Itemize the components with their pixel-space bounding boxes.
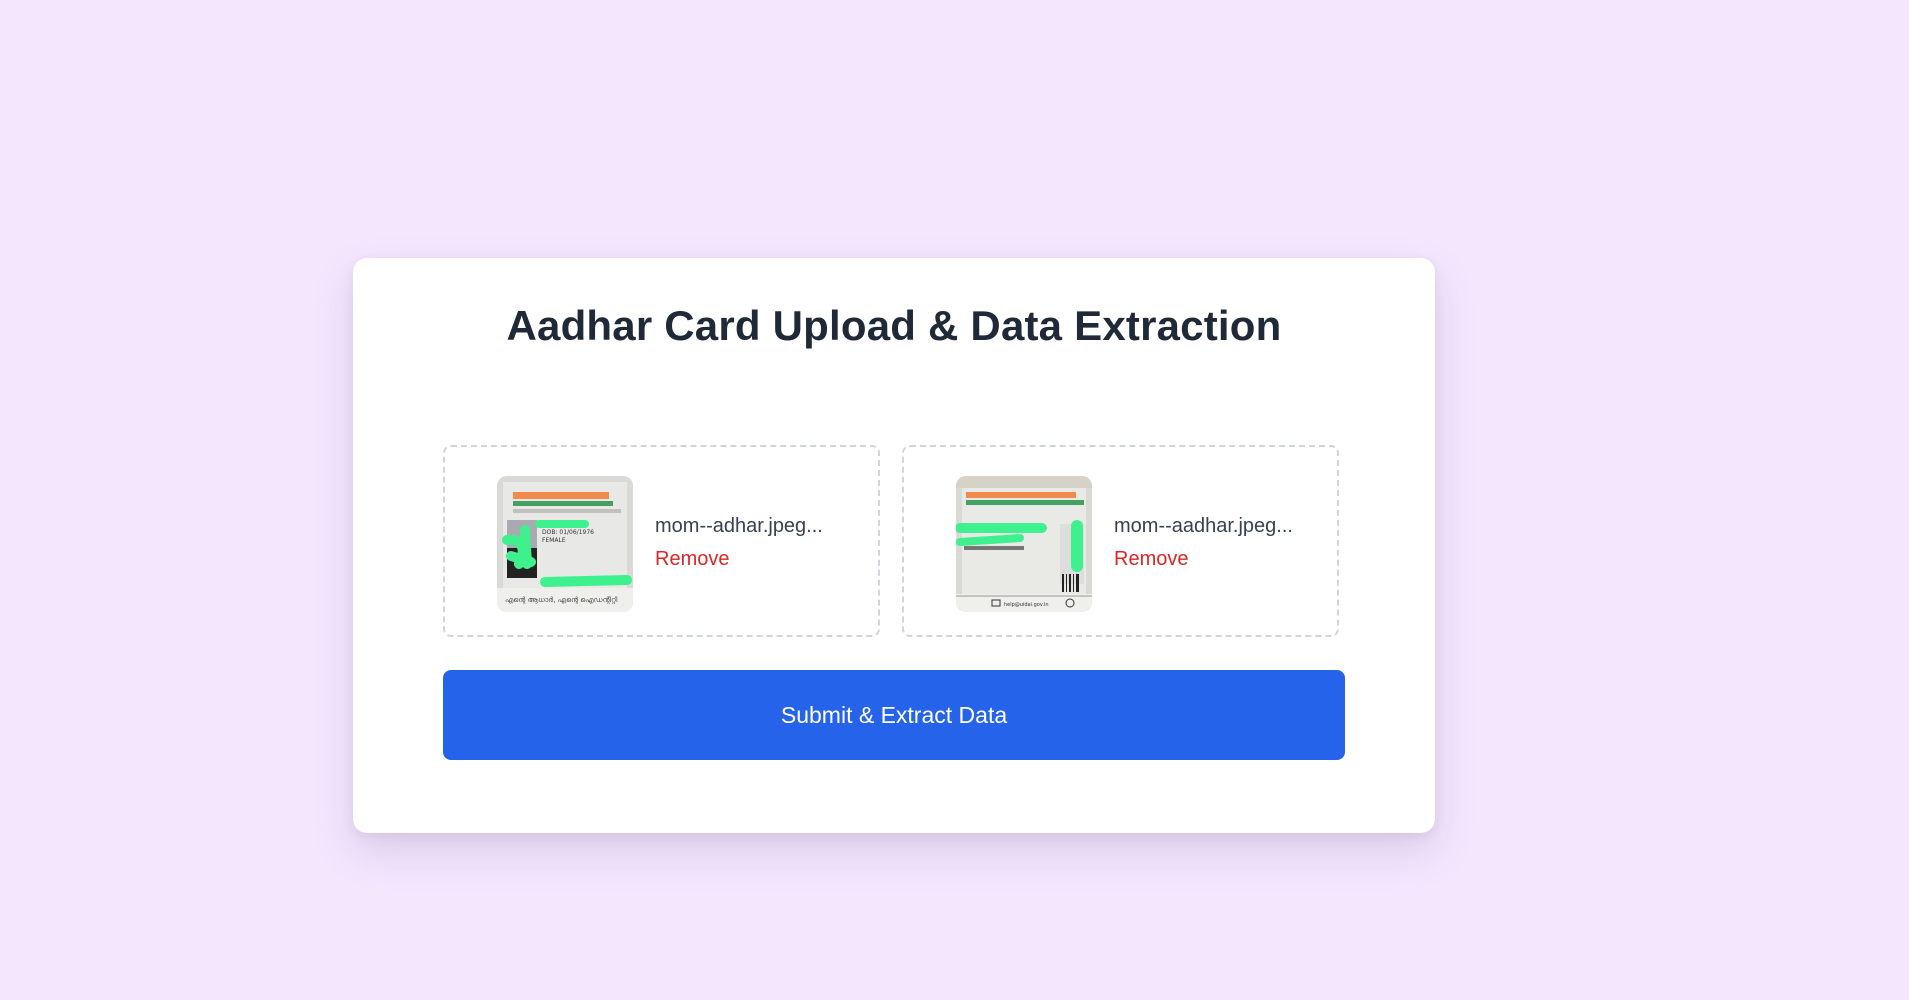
remove-file-button[interactable]: Remove [1114,547,1188,571]
aadhar-back-thumbnail: help@uidai.gov.in [956,476,1092,612]
upload-dropzone-back[interactable]: help@uidai.gov.in mom--aadhar.jpeg... Re… [902,445,1339,637]
upload-dropzone-front[interactable]: DOB: 01/06/1976 FEMALE എന്റെ ആധാർ, എന്റെ… [443,445,880,637]
upload-card: Aadhar Card Upload & Data Extraction DOB… [353,258,1435,833]
svg-text:FEMALE: FEMALE [542,537,566,544]
file-name: mom--adhar.jpeg... [655,515,823,537]
remove-file-button[interactable]: Remove [655,547,729,571]
file-info-front: mom--adhar.jpeg... Remove [655,513,823,571]
file-info-back: mom--aadhar.jpeg... Remove [1114,513,1293,571]
page-title: Aadhar Card Upload & Data Extraction [506,302,1282,349]
file-name: mom--aadhar.jpeg... [1114,515,1293,537]
aadhar-front-thumbnail: DOB: 01/06/1976 FEMALE എന്റെ ആധാർ, എന്റെ… [497,476,633,612]
svg-text:help@uidai.gov.in: help@uidai.gov.in [1004,602,1049,608]
svg-text:DOB: 01/06/1976: DOB: 01/06/1976 [542,529,594,536]
submit-extract-button[interactable]: Submit & Extract Data [443,670,1345,760]
svg-text:എന്റെ ആധാർ, എന്റെ ഐഡന്റിറ്റി: എന്റെ ആധാർ, എന്റെ ഐഡന്റിറ്റി [505,596,618,605]
